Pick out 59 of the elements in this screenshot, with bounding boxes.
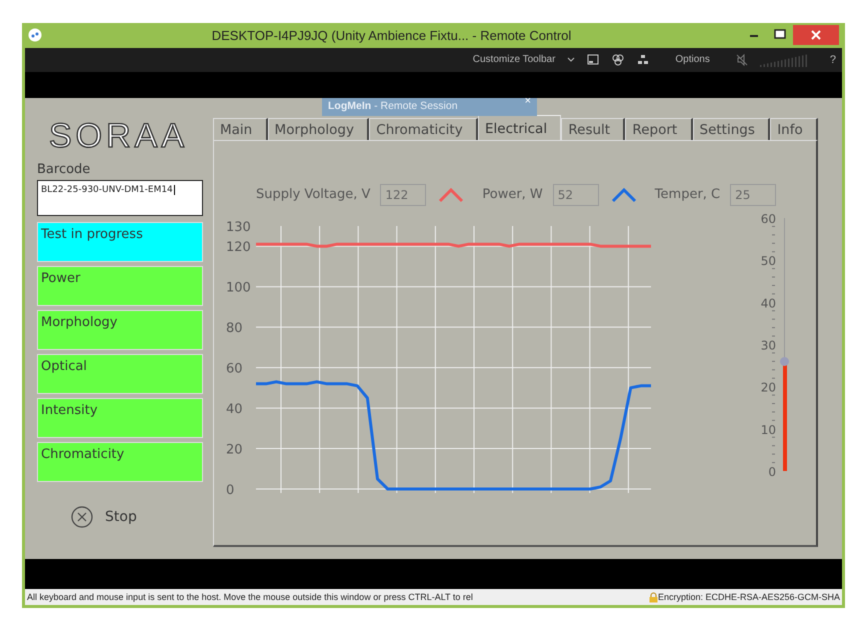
session-tab[interactable]: LogMeIn - Remote Session × (322, 98, 537, 116)
session-title: LogMeIn - Remote Session (328, 100, 458, 112)
axis-label: 0 (226, 482, 234, 498)
encryption-info: Encryption: ECDHE-RSA-AES256-GCM-SHA (658, 592, 840, 602)
close-icon[interactable] (793, 25, 839, 46)
tab[interactable]: Info (770, 118, 818, 140)
reading-label: Supply Voltage, V (256, 187, 370, 202)
window-title: DESKTOP-I4PJ9JQ (Unity Ambience Fixtu... - Remote Control (210, 28, 572, 43)
cancel-icon (71, 506, 93, 528)
tab[interactable]: Settings (692, 118, 770, 140)
app-logo-icon (28, 28, 42, 42)
status-indicator: Test in progress (37, 222, 203, 262)
tab[interactable]: Main (213, 118, 268, 140)
tab[interactable]: Electrical (478, 114, 562, 140)
options-menu[interactable]: Options (675, 54, 710, 66)
tab[interactable]: Report (625, 118, 692, 140)
status-indicator: Intensity (37, 398, 203, 438)
status-indicator: Morphology (37, 310, 203, 350)
axis-label: 40 (226, 402, 243, 417)
caret-icon[interactable] (567, 56, 576, 63)
help-button[interactable]: ? (830, 54, 836, 66)
soraa-logo: SORAA (49, 116, 188, 156)
gauge-label: 10 (760, 422, 776, 437)
gauge-label: 60 (760, 212, 776, 226)
gauge-label: 30 (760, 338, 776, 352)
customize-toolbar-menu[interactable]: Customize Toolbar (472, 54, 556, 66)
reading-label: Temper, C (654, 187, 720, 202)
axis-label: 100 (226, 280, 251, 296)
axis-label: 60 (226, 361, 243, 376)
stop-button[interactable]: Stop (71, 506, 137, 528)
gauge-label: 0 (768, 464, 776, 479)
session-close-button[interactable]: × (524, 94, 531, 107)
status-indicator: Optical (37, 354, 203, 394)
gauge-label: 50 (760, 254, 776, 268)
lock-icon (648, 592, 658, 602)
barcode-label: Barcode (37, 162, 92, 177)
reading-field: 25 (730, 184, 776, 206)
gauge-label: 20 (760, 380, 776, 394)
reading-label: Power, W (482, 187, 543, 202)
barcode-field[interactable]: BL22-25-930-UNV-DM1-EM14 (37, 180, 203, 216)
axis-label: 130 (226, 220, 251, 235)
tab[interactable]: Morphology (268, 118, 370, 140)
circles-icon[interactable] (611, 54, 626, 66)
mute-icon[interactable] (736, 54, 748, 66)
tab[interactable]: Chromaticity (369, 118, 478, 140)
window-icon[interactable] (587, 54, 600, 66)
tab[interactable]: Result (561, 118, 626, 140)
reading-field: 122 (380, 184, 426, 206)
network-icon[interactable] (637, 54, 650, 66)
axis-label: 80 (226, 320, 243, 336)
status-indicator: Chromaticity (37, 442, 203, 482)
signal-bars-icon (760, 52, 810, 67)
gauge-label: 40 (760, 296, 776, 310)
axis-label: 120 (226, 240, 251, 255)
axis-label: 20 (226, 442, 243, 458)
status-indicator: Power (37, 266, 203, 306)
gauge-thumb[interactable] (780, 357, 789, 366)
status-message: All keyboard and mouse input is sent to the host. Move the mouse outside this window or press CTRL-ALT to rel (27, 592, 474, 602)
reading-field: 52 (552, 184, 599, 206)
